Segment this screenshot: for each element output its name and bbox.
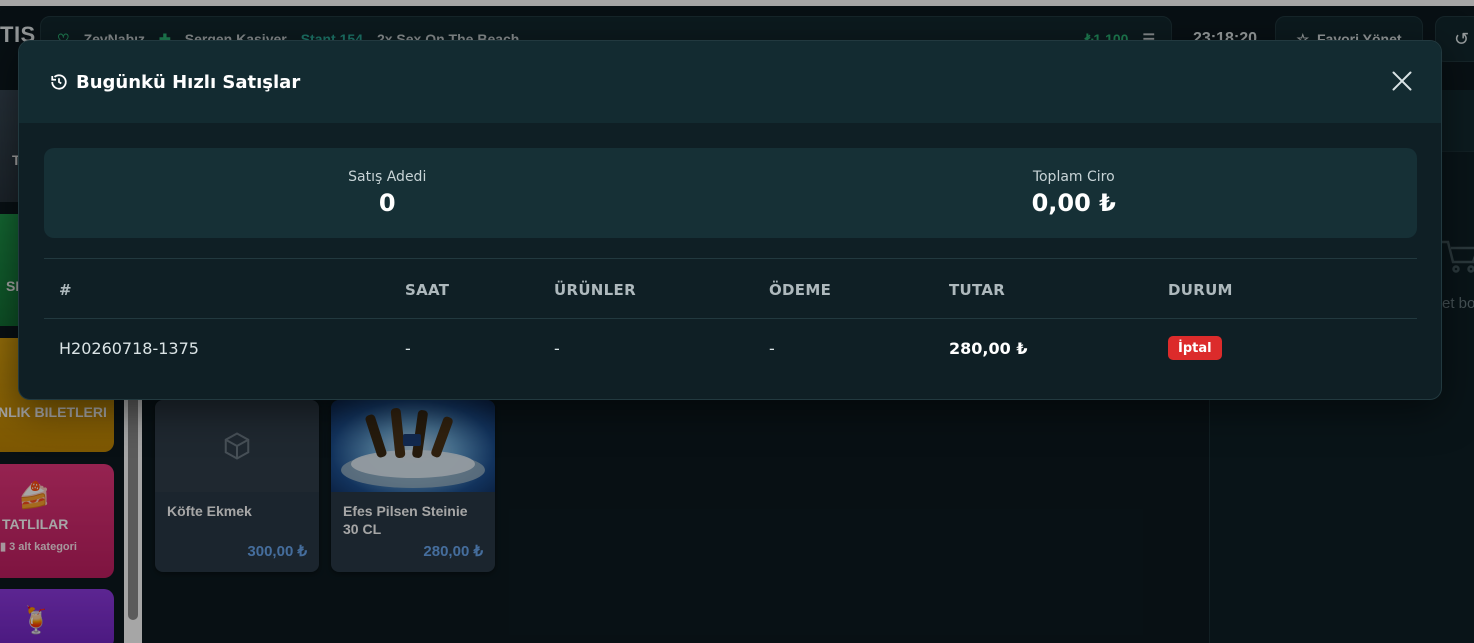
stat-total-revenue: Toplam Ciro 0,00 ₺	[731, 148, 1418, 238]
table-header: # SAAT ÜRÜNLER ÖDEME TUTAR DURUM	[44, 258, 1417, 319]
column-header-amount: TUTAR	[949, 281, 1006, 299]
sales-table: # SAAT ÜRÜNLER ÖDEME TUTAR DURUM H202607…	[44, 258, 1417, 376]
stat-label: Satış Adedi	[348, 169, 427, 185]
modal-header: Bugünkü Hızlı Satışlar	[19, 41, 1441, 123]
column-header-status: DURUM	[1168, 281, 1233, 299]
history-icon	[51, 74, 67, 90]
sale-time: -	[405, 339, 411, 358]
sale-id: H20260718-1375	[59, 339, 199, 358]
stat-value: 0,00 ₺	[1031, 189, 1116, 217]
close-button[interactable]	[1391, 70, 1413, 92]
status-badge: İptal	[1168, 336, 1222, 360]
column-header-id: #	[59, 281, 72, 299]
stat-value: 0	[378, 189, 396, 217]
column-header-time: SAAT	[405, 281, 450, 299]
column-header-payment: ÖDEME	[769, 281, 832, 299]
sale-products: -	[554, 339, 560, 358]
sales-stats: Satış Adedi 0 Toplam Ciro 0,00 ₺	[44, 148, 1417, 238]
column-header-products: ÜRÜNLER	[554, 281, 636, 299]
modal-title: Bugünkü Hızlı Satışlar	[50, 72, 300, 93]
modal-title-text: Bugünkü Hızlı Satışlar	[76, 71, 301, 93]
stat-label: Toplam Ciro	[1032, 169, 1115, 185]
sale-amount: 280,00 ₺	[949, 339, 1028, 358]
table-row[interactable]: H20260718-1375 - - - 280,00 ₺ İptal	[44, 319, 1417, 376]
sale-payment: -	[769, 339, 775, 358]
stat-sales-count: Satış Adedi 0	[44, 148, 731, 238]
quick-sales-modal: Bugünkü Hızlı Satışlar Satış Adedi 0 Top…	[18, 40, 1442, 400]
